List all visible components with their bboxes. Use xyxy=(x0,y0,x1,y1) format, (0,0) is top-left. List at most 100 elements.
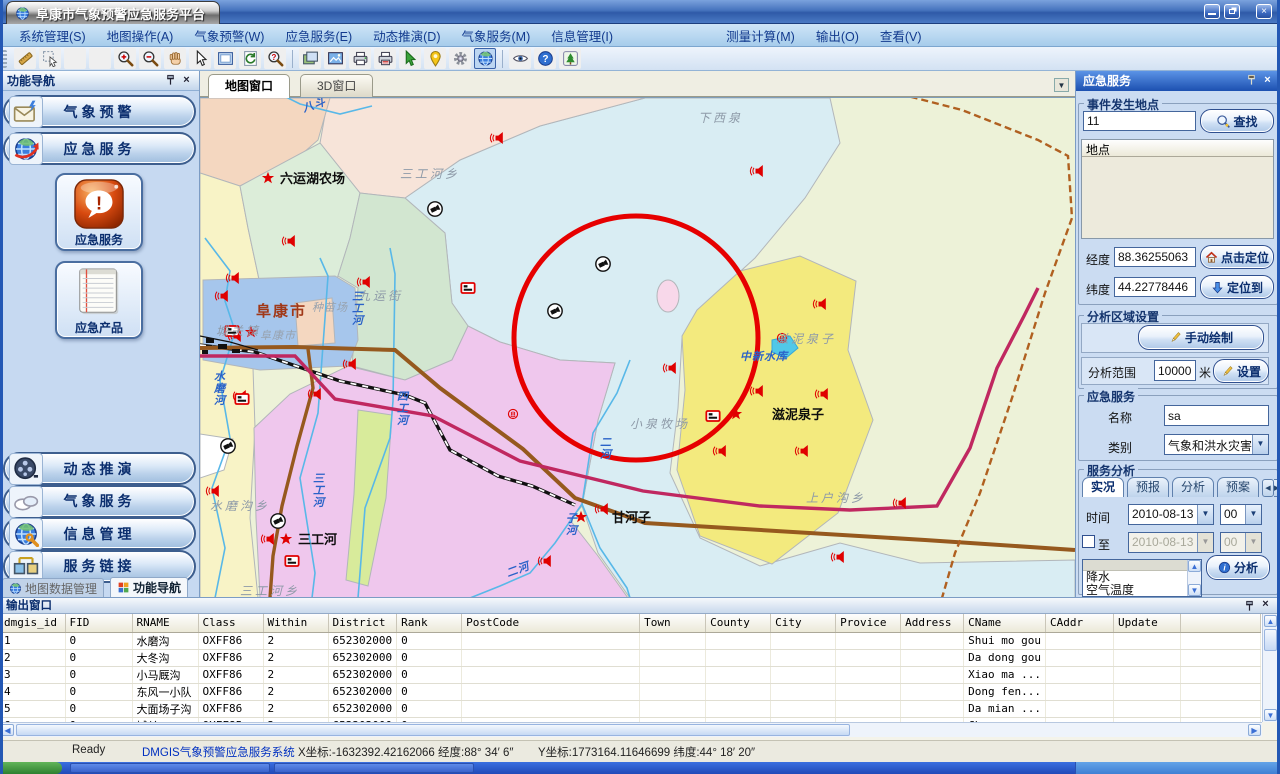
sidebar-item-气象预警[interactable]: 气象预警 xyxy=(3,95,196,128)
sidebar-item-信息管理[interactable]: 信息管理 xyxy=(3,517,196,550)
column-header-CName[interactable]: CName xyxy=(964,614,1046,632)
search-button[interactable]: 查找 xyxy=(1200,109,1274,133)
sidebar-item-动态推演[interactable]: 动态推演 xyxy=(3,452,196,485)
column-header-County[interactable]: County xyxy=(706,614,771,632)
combo-arrow-icon[interactable]: ▼ xyxy=(1197,505,1213,524)
pin-icon[interactable] xyxy=(1243,600,1256,613)
longitude-input[interactable] xyxy=(1114,247,1196,267)
menu-item-5[interactable]: 动态推演(D) xyxy=(364,24,449,47)
menu-item-2[interactable]: 地图操作(A) xyxy=(98,24,183,47)
column-header-City[interactable]: City xyxy=(771,614,836,632)
tab-scroll-left-icon[interactable]: ◀ xyxy=(1262,479,1274,497)
toolbar-full-extent-button[interactable] xyxy=(214,48,236,69)
toolbar-layers-button[interactable] xyxy=(299,48,321,69)
toolbar-refresh-button[interactable] xyxy=(239,48,261,69)
tab-实况[interactable]: 实况 xyxy=(1082,477,1124,497)
scroll-down-icon[interactable]: ▼ xyxy=(1188,584,1201,596)
column-header-FID[interactable]: FID xyxy=(65,614,132,632)
big-button-应急产品[interactable]: 应急产品 xyxy=(55,261,143,339)
toolbar-export-scene-button[interactable] xyxy=(559,48,581,69)
pin-icon[interactable] xyxy=(164,74,177,87)
menu-item-7[interactable]: 信息管理(I) xyxy=(542,24,622,47)
hour-combo[interactable]: 00▼ xyxy=(1220,504,1262,525)
big-button-应急服务[interactable]: 应急服务 xyxy=(55,173,143,251)
menu-item-6[interactable]: 气象服务(M) xyxy=(453,24,540,47)
close-button[interactable]: × xyxy=(1256,4,1272,19)
map-canvas[interactable]: 八斗下西泉三工河乡六运湖农场九运街种苗场阜康市城关镇阜康市滋泥泉子中新水库滋泥泉… xyxy=(200,97,1075,597)
tab-地图窗口[interactable]: 地图窗口 xyxy=(208,74,290,98)
toolbar-zoom-in-button[interactable] xyxy=(114,48,136,69)
column-header-Class[interactable]: Class xyxy=(198,614,263,632)
menu-item-9[interactable]: 输出(O) xyxy=(807,24,868,47)
range-set-button[interactable]: 设置 xyxy=(1213,359,1269,383)
sidebar-item-应急服务[interactable]: 应急服务 xyxy=(3,132,196,165)
location-list-header[interactable]: 地点 xyxy=(1082,140,1273,157)
toolbar-pan-button[interactable] xyxy=(164,48,186,69)
restore-button[interactable] xyxy=(1224,4,1240,19)
toolbar-identify-button[interactable] xyxy=(264,48,286,69)
scroll-right-icon[interactable]: ▶ xyxy=(1248,724,1261,736)
location-list[interactable]: 地点 xyxy=(1081,139,1274,239)
start-button[interactable] xyxy=(0,762,62,774)
column-header-Rank[interactable]: Rank xyxy=(397,614,462,632)
listbox-scrollbar[interactable]: ▲ ▼ xyxy=(1187,560,1201,596)
combo-arrow-icon[interactable]: ▼ xyxy=(1252,435,1268,454)
minimize-button[interactable] xyxy=(1204,4,1220,19)
service-name-input[interactable] xyxy=(1164,405,1269,426)
date2-combo[interactable]: 2010-08-13▼ xyxy=(1128,532,1214,553)
menu-item-10[interactable]: 查看(V) xyxy=(871,24,931,47)
column-header-Update[interactable]: Update xyxy=(1113,614,1180,632)
list-item[interactable]: 空气温度 xyxy=(1083,584,1201,597)
toolbar-zoom-out-button[interactable] xyxy=(139,48,161,69)
hscroll-thumb[interactable] xyxy=(16,724,850,736)
toolbar-pointer-button[interactable] xyxy=(189,48,211,69)
horizontal-scrollbar[interactable]: ◀ ▶ xyxy=(0,722,1262,737)
close-output-icon[interactable]: × xyxy=(1259,598,1272,611)
analysis-range-input[interactable] xyxy=(1154,360,1196,381)
toolbar-visibility-button[interactable] xyxy=(509,48,531,69)
toolbar-export-image-button[interactable] xyxy=(324,48,346,69)
toolbar-globe-button[interactable] xyxy=(474,48,496,69)
map-tab-dropdown-icon[interactable]: ▼ xyxy=(1054,78,1069,92)
tab-预报[interactable]: 预报 xyxy=(1127,477,1169,497)
analyze-button[interactable]: 分析 xyxy=(1206,555,1270,580)
toolbar-help-button[interactable] xyxy=(534,48,556,69)
vertical-scrollbar[interactable]: ▲ ▼ xyxy=(1262,614,1278,722)
vscroll-thumb[interactable] xyxy=(1264,629,1277,651)
manual-draw-button[interactable]: 手动绘制 xyxy=(1138,325,1264,350)
toolbar-select-clear-button[interactable] xyxy=(89,48,111,69)
menu-item-1[interactable]: 系统管理(S) xyxy=(10,24,95,47)
taskbar-app-button[interactable] xyxy=(70,763,270,773)
close-panel-icon[interactable]: × xyxy=(180,74,193,87)
table-row[interactable]: 10水磨沟OXFF8626523020000Shui mo gou xyxy=(0,632,1260,649)
location-search-input[interactable] xyxy=(1083,111,1196,131)
scroll-down-icon[interactable]: ▼ xyxy=(1264,709,1277,721)
table-row[interactable]: 50大面场子沟OXFF8626523020000Da mian ... xyxy=(0,700,1260,717)
column-header-RNAME[interactable]: RNAME xyxy=(132,614,198,632)
menu-item-8[interactable]: 测量计算(M) xyxy=(717,24,804,47)
date-combo[interactable]: 2010-08-13▼ xyxy=(1128,504,1214,525)
table-row[interactable]: 20大冬沟OXFF8626523020000Da dong gou xyxy=(0,649,1260,666)
column-header-Town[interactable]: Town xyxy=(640,614,706,632)
element-listbox[interactable]: 降水空气温度 ▲ ▼ xyxy=(1082,559,1202,597)
toolbar-settings-button[interactable] xyxy=(449,48,471,69)
table-row[interactable]: 30小马厩沟OXFF8626523020000Xiao ma ... xyxy=(0,666,1260,683)
toolbar-measure-button[interactable] xyxy=(14,48,36,69)
combo-arrow-icon[interactable]: ▼ xyxy=(1245,505,1261,524)
taskbar-app-button[interactable] xyxy=(274,763,474,773)
pin-icon[interactable] xyxy=(1245,74,1258,87)
tab-地图数据管理[interactable]: 地图数据管理 xyxy=(2,578,104,597)
tab-3D窗口[interactable]: 3D窗口 xyxy=(300,74,373,97)
tab-分析[interactable]: 分析 xyxy=(1172,477,1214,497)
toolbar-go-arrow-button[interactable] xyxy=(399,48,421,69)
toolbar-select-rect-button[interactable] xyxy=(39,48,61,69)
hour2-combo[interactable]: 00▼ xyxy=(1220,532,1262,553)
scroll-up-icon[interactable]: ▲ xyxy=(1264,615,1277,627)
scroll-up-icon[interactable]: ▲ xyxy=(1188,560,1201,572)
column-header-Address[interactable]: Address xyxy=(901,614,964,632)
to-checkbox[interactable] xyxy=(1082,535,1095,548)
os-taskbar[interactable] xyxy=(0,762,1280,774)
tab-预案[interactable]: 预案 xyxy=(1217,477,1259,497)
column-header-Within[interactable]: Within xyxy=(263,614,328,632)
column-header-District[interactable]: District xyxy=(328,614,397,632)
